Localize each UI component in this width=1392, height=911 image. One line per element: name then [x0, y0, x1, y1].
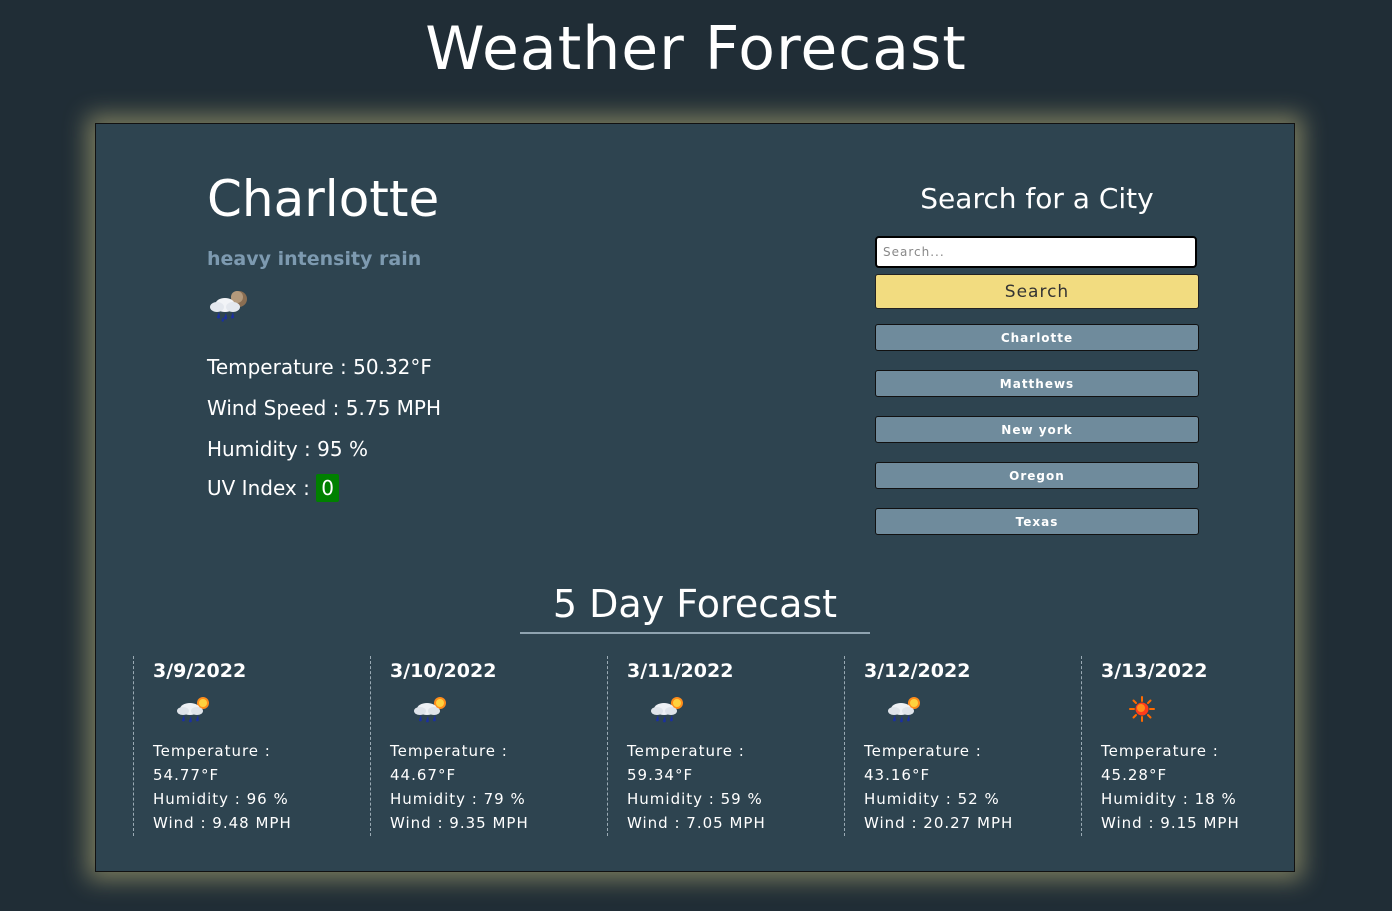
- uv-index-row: UV Index : 0: [207, 474, 339, 502]
- forecast-humidity: Humidity : 52 %: [864, 790, 1000, 808]
- forecast-wind: Wind : 9.15 MPH: [1101, 814, 1240, 832]
- search-title: Search for a City: [920, 182, 1154, 215]
- weather-panel: Charlotte heavy intensity rain Temperatu…: [95, 123, 1295, 872]
- forecast-temperature: 44.67°F: [390, 766, 457, 784]
- forecast-temperature-label: Temperature :: [153, 742, 271, 760]
- rain-sun-icon: [651, 697, 683, 723]
- rain-sun-icon: [888, 697, 920, 723]
- forecast-humidity: Humidity : 18 %: [1101, 790, 1237, 808]
- history-button-texas[interactable]: Texas: [875, 508, 1199, 535]
- history-button-new-york[interactable]: New york: [875, 416, 1199, 443]
- forecast-temperature: 54.77°F: [153, 766, 220, 784]
- forecast-wind: Wind : 9.35 MPH: [390, 814, 529, 832]
- forecast-date: 3/12/2022: [864, 660, 971, 682]
- search-input[interactable]: [875, 236, 1197, 268]
- forecast-wind: Wind : 7.05 MPH: [627, 814, 766, 832]
- uv-index-badge: 0: [316, 474, 339, 502]
- forecast-wind: Wind : 9.48 MPH: [153, 814, 292, 832]
- current-humidity: Humidity : 95 %: [207, 437, 368, 461]
- forecast-humidity: Humidity : 59 %: [627, 790, 763, 808]
- forecast-day-card: 3/12/2022 Temperature : 43.16°F Humidity…: [844, 656, 1075, 836]
- rain-sun-icon: [177, 697, 209, 723]
- forecast-day-card: 3/13/2022 Temperature : 45.28°F Humidity…: [1081, 656, 1312, 836]
- forecast-day-card: 3/11/2022 Temperature : 59.34°F Humidity…: [607, 656, 838, 836]
- forecast-date: 3/11/2022: [627, 660, 734, 682]
- forecast-humidity: Humidity : 79 %: [390, 790, 526, 808]
- rain-sun-icon: [414, 697, 446, 723]
- forecast-humidity: Humidity : 96 %: [153, 790, 289, 808]
- forecast-wind: Wind : 20.27 MPH: [864, 814, 1014, 832]
- page-title: Weather Forecast: [425, 14, 967, 84]
- forecast-date: 3/10/2022: [390, 660, 497, 682]
- forecast-day-card: 3/9/2022 Temperature : 54.77°F Humidity …: [133, 656, 364, 836]
- rain-cloud-icon: [210, 291, 247, 322]
- sun-icon: [1129, 696, 1155, 722]
- current-city-name: Charlotte: [207, 170, 440, 228]
- forecast-temperature-label: Temperature :: [1101, 742, 1219, 760]
- forecast-day-card: 3/10/2022 Temperature : 44.67°F Humidity…: [370, 656, 601, 836]
- forecast-temperature: 59.34°F: [627, 766, 694, 784]
- weather-description: heavy intensity rain: [207, 248, 422, 270]
- history-button-matthews[interactable]: Matthews: [875, 370, 1199, 397]
- forecast-temperature: 45.28°F: [1101, 766, 1168, 784]
- forecast-date: 3/9/2022: [153, 660, 247, 682]
- forecast-title: 5 Day Forecast: [520, 582, 870, 634]
- current-temperature: Temperature : 50.32°F: [207, 355, 432, 379]
- forecast-temperature: 43.16°F: [864, 766, 931, 784]
- forecast-temperature-label: Temperature :: [864, 742, 982, 760]
- forecast-temperature-label: Temperature :: [390, 742, 508, 760]
- forecast-date: 3/13/2022: [1101, 660, 1208, 682]
- search-button[interactable]: Search: [875, 274, 1199, 309]
- uv-index-label: UV Index :: [207, 476, 310, 500]
- history-button-oregon[interactable]: Oregon: [875, 462, 1199, 489]
- history-button-charlotte[interactable]: Charlotte: [875, 324, 1199, 351]
- forecast-temperature-label: Temperature :: [627, 742, 745, 760]
- current-wind-speed: Wind Speed : 5.75 MPH: [207, 396, 442, 420]
